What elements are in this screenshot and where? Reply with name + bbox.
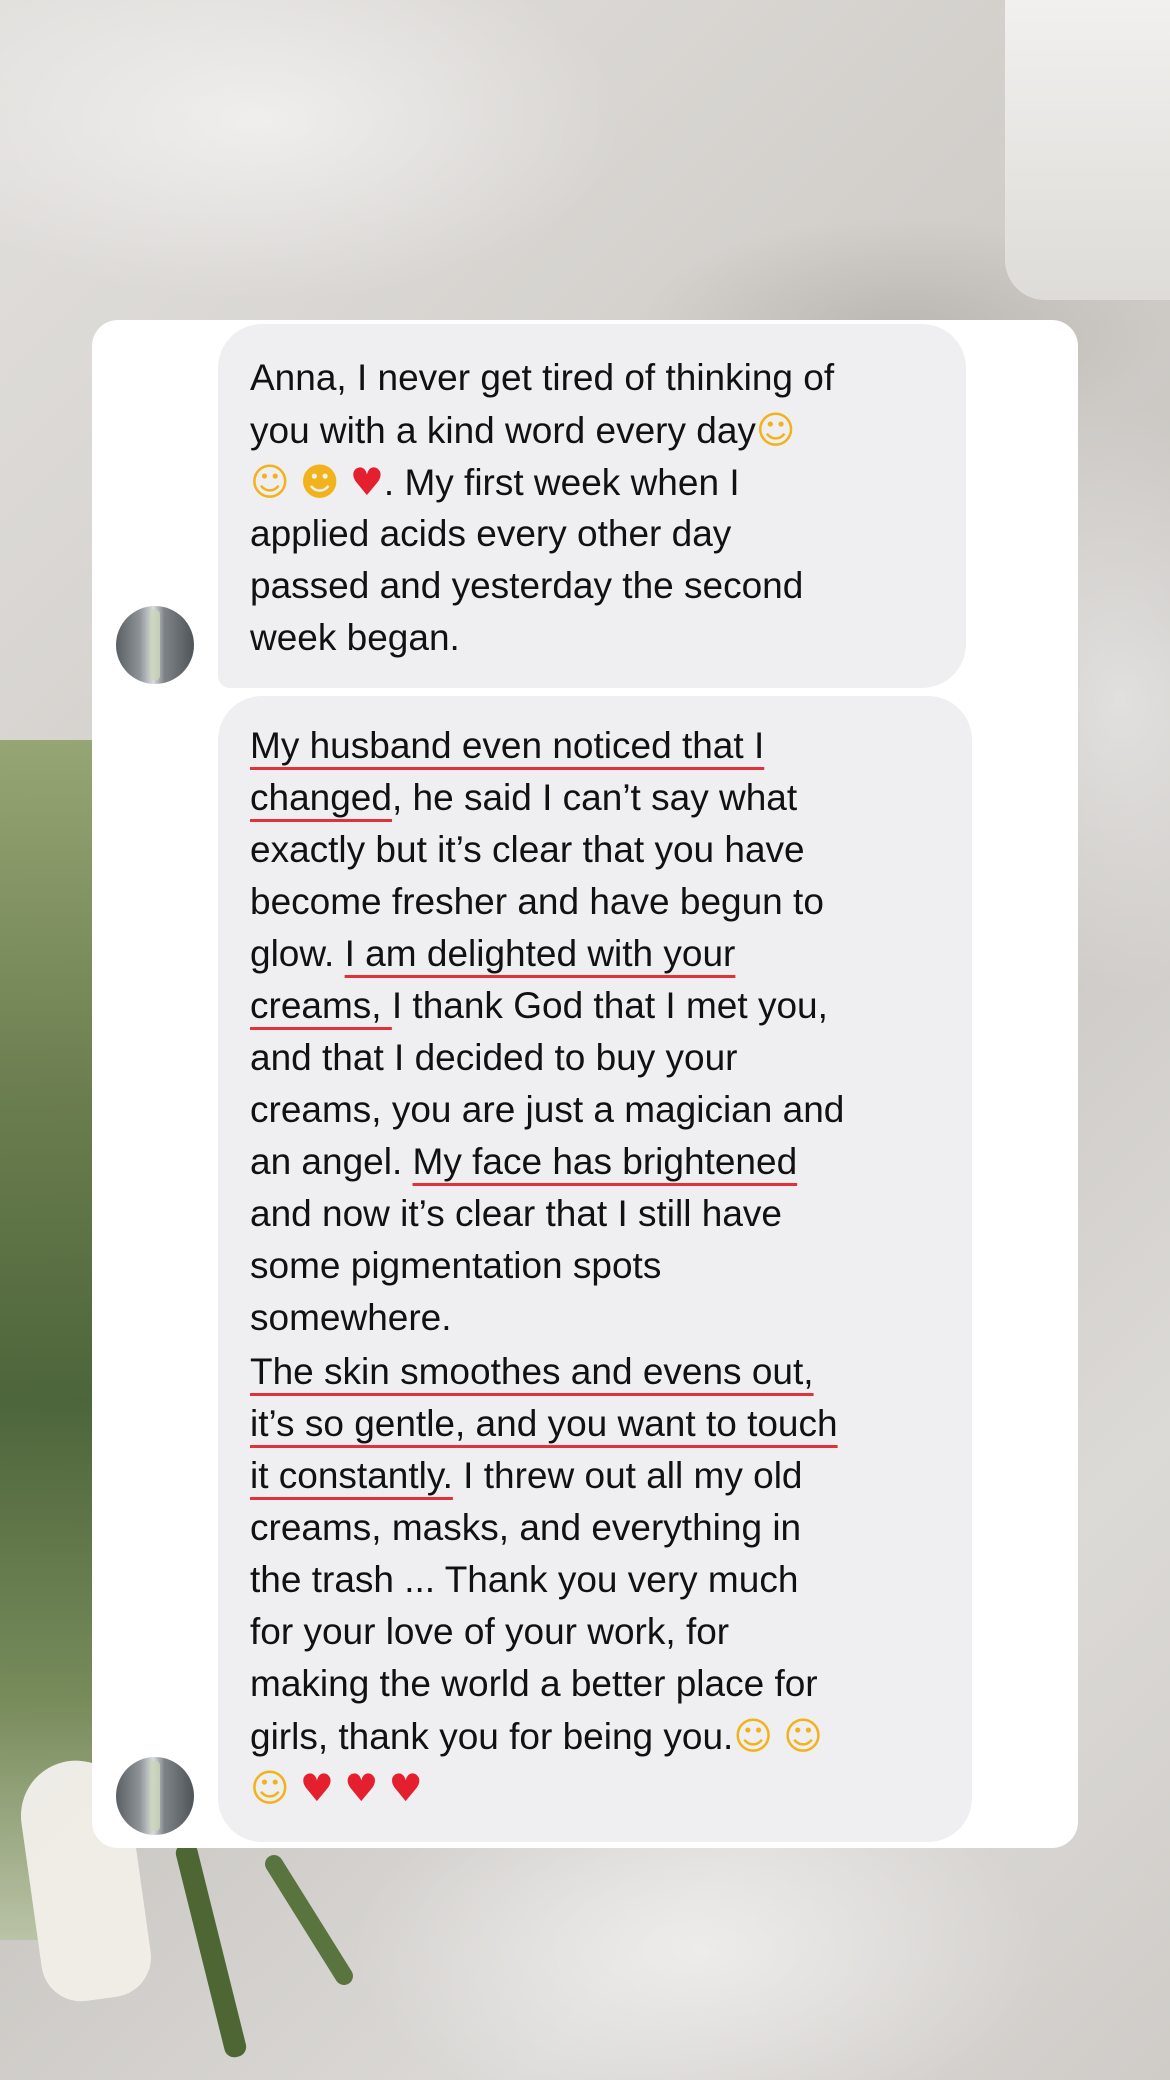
highlighted-text: The skin smoothes and evens out, — [250, 1351, 814, 1392]
highlighted-text: My husband even noticed that I — [250, 725, 765, 766]
highlighted-text: creams, — [250, 985, 392, 1026]
message-line: ☺ ♥ ♥ ♥ — [250, 1762, 942, 1814]
background-ornament — [1005, 0, 1170, 300]
red-heart-icon: ♥ — [299, 1766, 334, 1810]
message-line: ☺ ☻ ♥. My first week when I — [250, 456, 936, 508]
smiling-face-with-hearts-icon: ☺ — [755, 408, 796, 452]
message-line: creams, masks, and everything in — [250, 1507, 802, 1548]
highlighted-text: it’s so gentle, and you want to touch — [250, 1403, 838, 1444]
highlighted-text: My face has brightened — [412, 1141, 798, 1182]
message-line: girls, thank you for being you.☺ ☺ — [250, 1710, 942, 1762]
message-line: passed and yesterday the second — [250, 565, 804, 606]
message-line: somewhere. — [250, 1297, 452, 1338]
message-line: an angel. My face has brightened — [250, 1141, 798, 1182]
highlighted-text: it constantly. — [250, 1455, 453, 1496]
smiling-face-with-hearts-icon: ☺ — [250, 1766, 290, 1810]
message-line: for your love of your work, for — [250, 1611, 730, 1652]
heart-eyes-face-icon: ☻ — [299, 460, 340, 504]
message-line: you with a kind word every day☺ — [250, 404, 936, 456]
message-line: My husband even noticed that I — [250, 720, 942, 772]
message-line: exactly but it’s clear that you have — [250, 829, 805, 870]
smiling-face-with-hearts-icon: ☺ — [783, 1714, 823, 1758]
red-heart-icon: ♥ — [349, 460, 384, 504]
message-line: it constantly. I threw out all my old — [250, 1455, 803, 1496]
highlighted-text: I am delighted with your — [344, 933, 736, 974]
sender-avatar[interactable] — [116, 606, 194, 684]
smiling-face-with-hearts-icon: ☺ — [733, 1714, 773, 1758]
message-line: the trash ... Thank you very much — [250, 1559, 799, 1600]
message-line: and now it’s clear that I still have — [250, 1193, 782, 1234]
message-line: become fresher and have begun to — [250, 881, 824, 922]
message-line: The skin smoothes and evens out, — [250, 1346, 942, 1398]
message-line: applied acids every other day — [250, 513, 732, 554]
highlighted-text: changed — [250, 777, 392, 818]
message-line: changed, he said I can’t say what — [250, 777, 798, 818]
message-line: some pigmentation spots — [250, 1245, 662, 1286]
message-line: glow. I am delighted with your — [250, 933, 736, 974]
message-line: it’s so gentle, and you want to touch — [250, 1398, 942, 1450]
message-line: Anna, I never get tired of thinking of — [250, 357, 835, 398]
message-line: week began. — [250, 617, 460, 658]
message-bubble[interactable]: My husband even noticed that I changed, … — [218, 696, 972, 1842]
red-heart-icon: ♥ — [344, 1766, 379, 1810]
hugging-face-icon: ☺ — [250, 460, 290, 504]
message-line: and that I decided to buy your — [250, 1037, 738, 1078]
message-line: creams, you are just a magician and — [250, 1089, 845, 1130]
sender-avatar[interactable] — [116, 1757, 194, 1835]
message-line: creams, I thank God that I met you, — [250, 985, 828, 1026]
message-line: making the world a better place for — [250, 1663, 818, 1704]
red-heart-icon: ♥ — [388, 1766, 423, 1810]
message-bubble[interactable]: Anna, I never get tired of thinking of y… — [218, 324, 966, 688]
